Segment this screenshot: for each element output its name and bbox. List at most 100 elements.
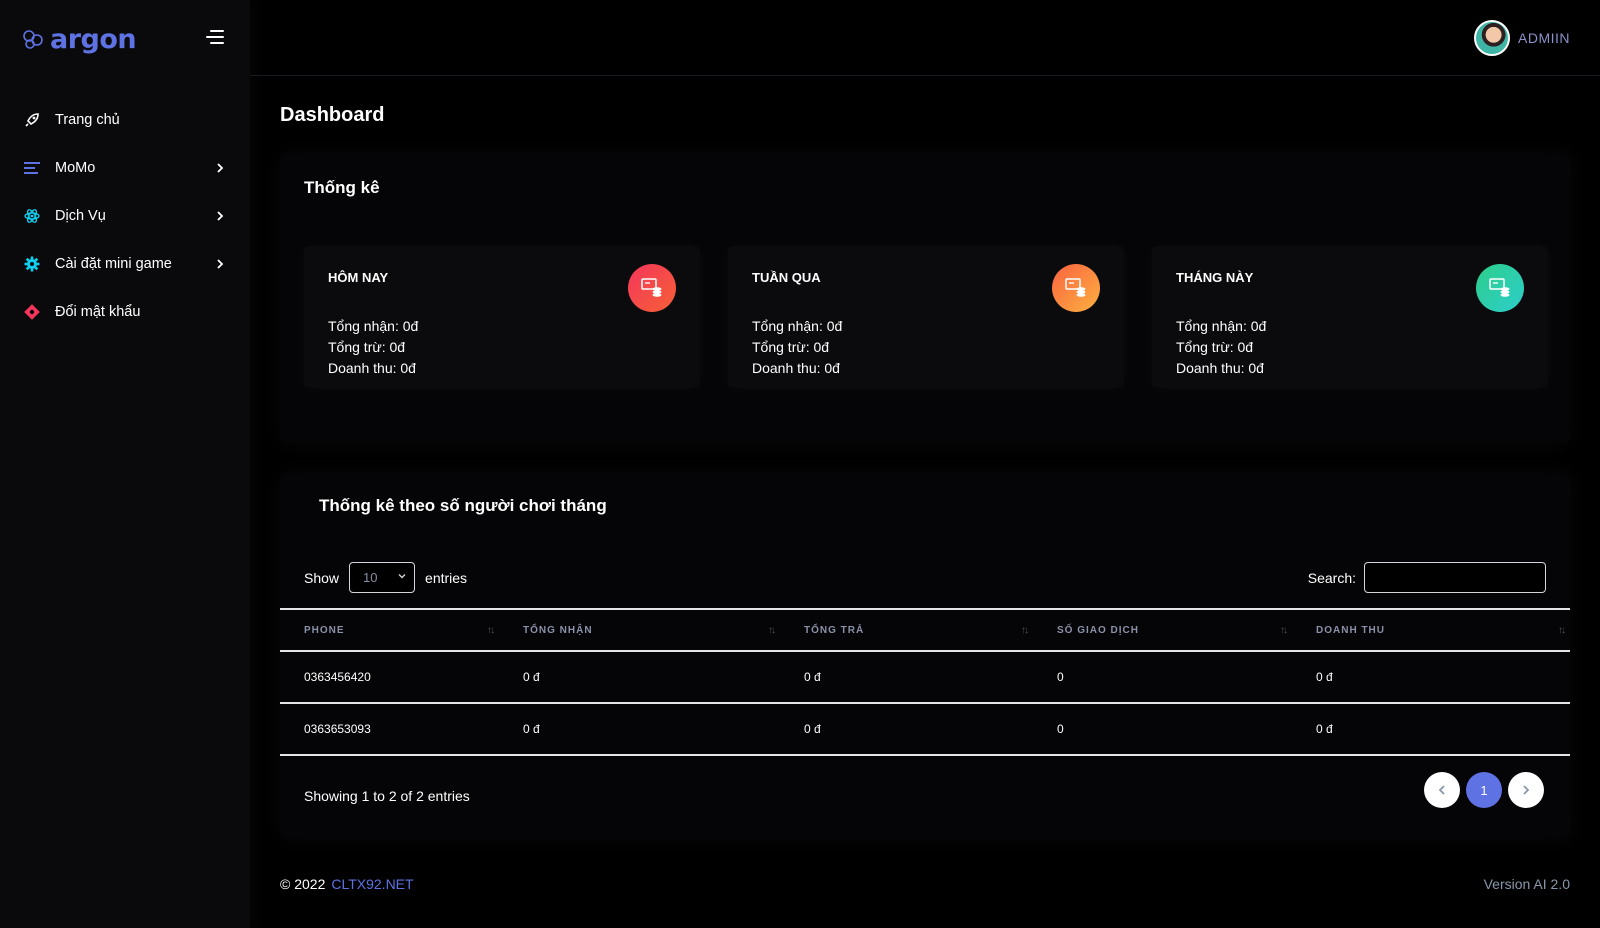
sidebar-item-change-password[interactable]: Đổi mật khẩu bbox=[0, 288, 250, 336]
column-header-label: TỔNG NHẬN bbox=[523, 624, 593, 636]
cell-transactions: 0 bbox=[1057, 722, 1064, 736]
sort-icon: ↑↓ bbox=[487, 625, 495, 636]
table-search: Search: bbox=[1308, 562, 1546, 593]
stat-lines: Tổng nhận: 0đ Tổng trừ: 0đ Doanh thu: 0đ bbox=[1176, 316, 1266, 379]
sidebar: argon Trang chủ MoMo Dịch Vụ Cài đặt min… bbox=[0, 0, 250, 928]
column-header-label: TỔNG TRẢ bbox=[804, 624, 865, 636]
search-input[interactable] bbox=[1364, 562, 1546, 593]
page-title: Dashboard bbox=[280, 104, 385, 126]
avatar bbox=[1474, 20, 1510, 56]
sidebar-item-services[interactable]: Dịch Vụ bbox=[0, 192, 250, 240]
stat-title: TUẦN QUA bbox=[752, 270, 821, 285]
hamburger-line bbox=[210, 30, 224, 32]
stat-lines: Tổng nhận: 0đ Tổng trừ: 0đ Doanh thu: 0đ bbox=[752, 316, 842, 379]
list-icon bbox=[23, 159, 41, 177]
footer-version: Version AI 2.0 bbox=[1483, 876, 1570, 892]
cell-revenue: 0 đ bbox=[1316, 670, 1333, 684]
pagination-previous-button[interactable] bbox=[1424, 772, 1460, 808]
sort-icon: ↑↓ bbox=[1280, 625, 1288, 636]
gear-icon bbox=[23, 255, 41, 273]
stat-title: HÔM NAY bbox=[328, 270, 389, 285]
column-header-total-paid[interactable]: TỔNG TRẢ ↑↓ bbox=[780, 609, 1033, 651]
sidebar-nav: Trang chủ MoMo Dịch Vụ Cài đặt mini game bbox=[0, 96, 250, 336]
column-header-label: PHONE bbox=[304, 624, 345, 636]
sidebar-item-label: Trang chủ bbox=[55, 112, 120, 128]
table-row: 0363456420 0 đ 0 đ 0 0 đ bbox=[280, 651, 1570, 703]
cell-phone: 0363456420 bbox=[304, 670, 371, 684]
column-header-transactions[interactable]: SỐ GIAO DỊCH ↑↓ bbox=[1033, 609, 1292, 651]
stat-deducted: Tổng trừ: 0đ bbox=[1176, 339, 1254, 355]
sidebar-item-label: Dịch Vụ bbox=[55, 208, 106, 224]
table-info: Showing 1 to 2 of 2 entries bbox=[304, 788, 470, 804]
cell-revenue: 0 đ bbox=[1316, 722, 1333, 736]
stat-card-this-month: THÁNG NÀY Tổng nhận: 0đ Tổng trừ: 0đ Doa… bbox=[1152, 246, 1548, 388]
footer-site-link[interactable]: CLTX92.NET bbox=[331, 876, 413, 892]
stat-card-last-week: TUẦN QUA Tổng nhận: 0đ Tổng trừ: 0đ Doan… bbox=[728, 246, 1124, 388]
stats-card: Thống kê HÔM NAY Tổng nhận: 0đ Tổng trừ:… bbox=[280, 154, 1570, 443]
cell-total-received: 0 đ bbox=[523, 670, 540, 684]
chevron-right-icon bbox=[1523, 785, 1530, 795]
argon-logo-icon bbox=[23, 30, 43, 49]
search-label: Search: bbox=[1307, 569, 1356, 586]
sort-icon: ↑↓ bbox=[1558, 625, 1566, 636]
hamburger-line bbox=[210, 42, 224, 44]
brand-name: argon bbox=[50, 23, 137, 55]
key-icon bbox=[23, 303, 41, 321]
rocket-icon bbox=[23, 111, 41, 129]
sidebar-item-label: MoMo bbox=[55, 160, 96, 176]
sidebar-item-label: Đổi mật khẩu bbox=[55, 304, 141, 320]
entries-select[interactable]: 10 bbox=[349, 562, 416, 593]
entries-select-value: 10 bbox=[363, 570, 378, 585]
money-coins-icon bbox=[1052, 264, 1100, 312]
chevron-right-icon bbox=[217, 163, 224, 173]
sort-icon: ↑↓ bbox=[768, 625, 776, 636]
player-table-card: Thống kê theo số người chơi tháng Show 1… bbox=[280, 474, 1570, 838]
pagination: 1 bbox=[1418, 772, 1544, 808]
sidebar-item-momo[interactable]: MoMo bbox=[0, 144, 250, 192]
stat-revenue: Doanh thu: 0đ bbox=[752, 360, 840, 376]
table-header-row: PHONE ↑↓ TỔNG NHẬN ↑↓ TỔNG TRẢ ↑↓ SỐ GIAO D… bbox=[280, 609, 1570, 651]
pagination-page-1-button[interactable]: 1 bbox=[1466, 772, 1502, 808]
column-header-label: SỐ GIAO DỊCH bbox=[1057, 624, 1140, 636]
stats-title: Thống kê bbox=[304, 178, 380, 197]
column-header-phone[interactable]: PHONE ↑↓ bbox=[280, 609, 499, 651]
stat-received: Tổng nhận: 0đ bbox=[752, 318, 843, 334]
chevron-right-icon bbox=[217, 259, 224, 269]
entries-length-control: Show 10 entries bbox=[304, 562, 467, 593]
chevron-left-icon bbox=[1438, 785, 1445, 795]
stat-revenue: Doanh thu: 0đ bbox=[328, 360, 416, 376]
atom-icon bbox=[23, 207, 41, 225]
stat-revenue: Doanh thu: 0đ bbox=[1176, 360, 1264, 376]
sort-icon: ↑↓ bbox=[1021, 625, 1029, 636]
cell-phone: 0363653093 bbox=[304, 722, 371, 736]
cell-total-received: 0 đ bbox=[523, 722, 540, 736]
stat-deducted: Tổng trừ: 0đ bbox=[328, 339, 406, 355]
player-table: PHONE ↑↓ TỔNG NHẬN ↑↓ TỔNG TRẢ ↑↓ SỐ GIAO D… bbox=[280, 608, 1570, 756]
stat-card-today: HÔM NAY Tổng nhận: 0đ Tổng trừ: 0đ Doanh… bbox=[304, 246, 700, 388]
user-name: ADMIIN bbox=[1518, 30, 1570, 46]
entries-label: entries bbox=[425, 569, 468, 586]
cell-transactions: 0 bbox=[1057, 670, 1064, 684]
stat-deducted: Tổng trừ: 0đ bbox=[752, 339, 830, 355]
show-label: Show bbox=[304, 569, 340, 586]
cell-total-paid: 0 đ bbox=[804, 670, 821, 684]
stat-title: THÁNG NÀY bbox=[1176, 270, 1254, 285]
pagination-next-button[interactable] bbox=[1508, 772, 1544, 808]
stat-received: Tổng nhận: 0đ bbox=[1176, 318, 1267, 334]
money-coins-icon bbox=[1476, 264, 1524, 312]
sidebar-item-label: Cài đặt mini game bbox=[55, 256, 172, 272]
user-menu[interactable]: ADMIIN bbox=[1474, 20, 1570, 56]
sidebar-item-minigame-settings[interactable]: Cài đặt mini game bbox=[0, 240, 250, 288]
footer-copyright: © 2022 CLTX92.NET bbox=[280, 876, 414, 892]
hamburger-line bbox=[206, 36, 224, 38]
sidebar-item-home[interactable]: Trang chủ bbox=[0, 96, 250, 144]
top-navbar: ADMIIN bbox=[250, 0, 1600, 76]
table-row: 0363653093 0 đ 0 đ 0 0 đ bbox=[280, 703, 1570, 755]
column-header-total-received[interactable]: TỔNG NHẬN ↑↓ bbox=[499, 609, 780, 651]
chevron-down-icon bbox=[398, 574, 406, 579]
column-header-revenue[interactable]: DOANH THU ↑↓ bbox=[1292, 609, 1570, 651]
cell-total-paid: 0 đ bbox=[804, 722, 821, 736]
money-coins-icon bbox=[628, 264, 676, 312]
brand-logo[interactable]: argon bbox=[22, 20, 137, 58]
sidenav-toggle-button[interactable] bbox=[206, 30, 226, 46]
